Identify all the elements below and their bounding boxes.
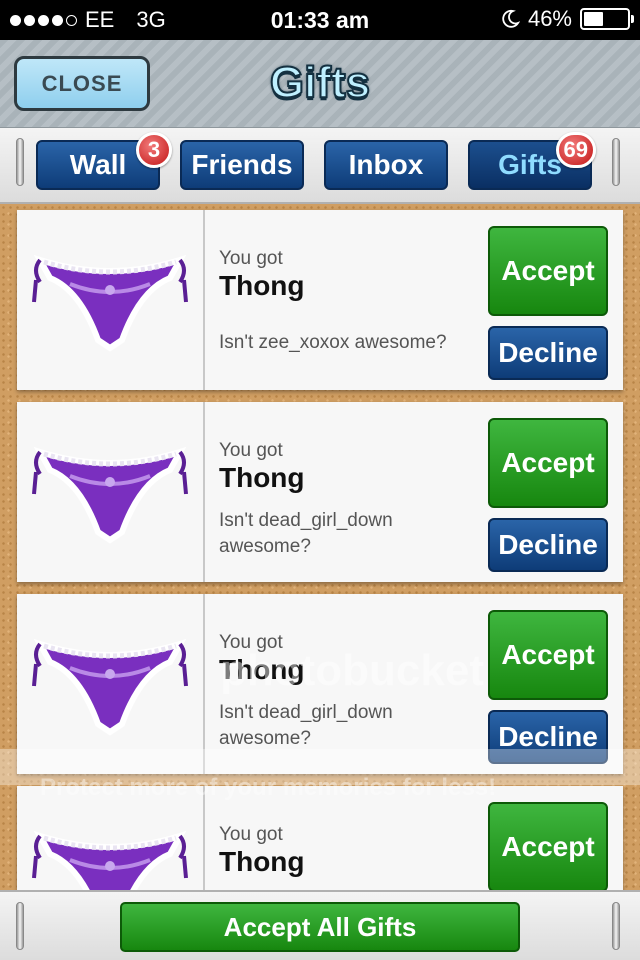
battery-icon	[580, 8, 634, 30]
gift-thumbnail	[17, 594, 205, 774]
binder-ring-left	[16, 902, 24, 950]
tab-gifts[interactable]: Gifts 69	[468, 132, 596, 190]
accept-button[interactable]: Accept	[488, 226, 608, 316]
tab-friends[interactable]: Friends	[180, 140, 304, 190]
watermark-logo: photobucket	[220, 646, 484, 695]
wall-notification-badge: 3	[136, 132, 172, 168]
tab-wall-label: Wall	[69, 149, 127, 180]
gift-name: Thong	[219, 846, 305, 877]
gift-card: You got Thong Isn't zee_xoxox awesome? A…	[17, 210, 623, 390]
decline-button[interactable]: Decline	[488, 326, 608, 380]
gift-thumbnail	[17, 210, 205, 390]
header: CLOSE Gifts	[0, 40, 640, 128]
tab-inbox[interactable]: Inbox	[324, 140, 448, 190]
gift-list[interactable]: You got Thong Isn't zee_xoxox awesome? A…	[0, 204, 640, 890]
accept-button[interactable]: Accept	[488, 418, 608, 508]
gift-thumbnail	[17, 402, 205, 582]
tab-bar: Wall 3 Friends Inbox Gifts 69	[0, 128, 640, 204]
tab-inbox-label: Inbox	[348, 149, 424, 180]
thong-icon	[32, 638, 188, 736]
decline-button[interactable]: Decline	[488, 518, 608, 572]
footer-bar: Accept All Gifts	[0, 890, 640, 960]
watermark-tagline: Protect more of your memories for less!	[40, 774, 497, 801]
gift-message: Isn't dead_girl_down awesome?	[219, 702, 393, 749]
gift-message: Isn't zee_xoxox awesome?	[219, 332, 447, 353]
accept-button[interactable]: Accept	[488, 802, 608, 890]
gift-name: Thong	[219, 462, 305, 493]
accept-all-gifts-button[interactable]: Accept All Gifts	[120, 902, 520, 952]
thong-icon	[32, 446, 188, 544]
binder-ring-left	[16, 138, 24, 186]
gift-prefix: You got	[219, 824, 283, 845]
tab-wall[interactable]: Wall 3	[36, 132, 172, 190]
status-bar: EE 3G 01:33 am 46%	[0, 0, 640, 40]
gift-prefix: You got	[219, 440, 283, 461]
page-title: Gifts	[269, 57, 371, 108]
tab-gifts-label: Gifts	[498, 149, 562, 180]
gifts-notification-badge: 69	[555, 132, 596, 168]
accept-button[interactable]: Accept	[488, 610, 608, 700]
gift-message: Isn't dead_girl_down awesome?	[219, 510, 393, 557]
gift-card: You got Thong Isn't dead_girl_down aweso…	[17, 402, 623, 582]
status-right: 46%	[500, 6, 634, 32]
tab-friends-label: Friends	[191, 149, 293, 180]
binder-ring-right	[612, 902, 620, 950]
moon-icon	[502, 9, 520, 28]
thong-icon	[32, 830, 188, 890]
gift-name: Thong	[219, 270, 305, 301]
gift-prefix: You got	[219, 248, 283, 269]
thong-icon	[32, 254, 188, 352]
binder-ring-right	[612, 138, 620, 186]
battery-percent: 46%	[527, 6, 572, 31]
